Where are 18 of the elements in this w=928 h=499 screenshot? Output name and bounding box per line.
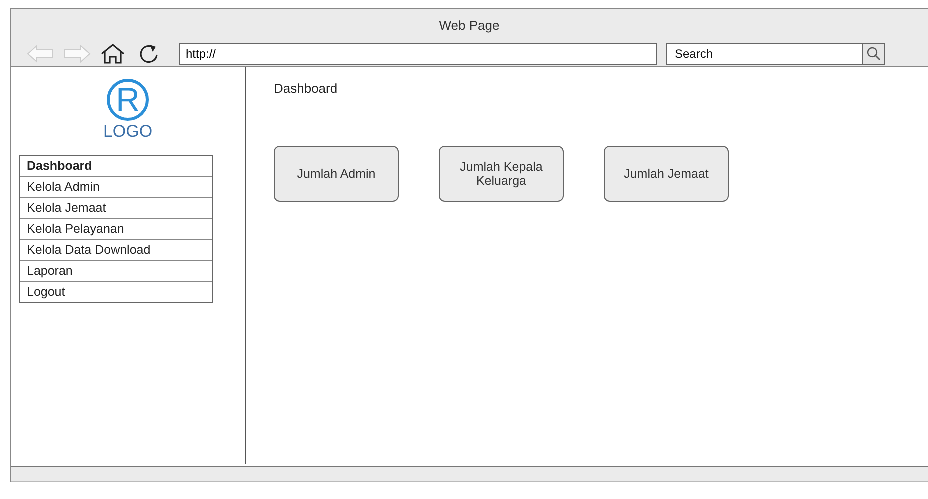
stat-card: Jumlah Admin — [274, 146, 399, 202]
menu-item[interactable]: Logout — [20, 281, 212, 302]
reload-icon — [138, 43, 160, 65]
menu-item[interactable]: Kelola Pelayanan — [20, 218, 212, 239]
search-button[interactable] — [862, 43, 885, 65]
right-arrow-icon — [63, 45, 91, 63]
search-icon — [866, 47, 880, 61]
logo-mark: R — [107, 79, 149, 121]
logo-text: LOGO — [103, 122, 153, 142]
stat-card: Jumlah Jemaat — [604, 146, 729, 202]
left-arrow-icon — [27, 45, 55, 63]
search-field[interactable]: Search — [666, 43, 862, 65]
window-title: Web Page — [438, 17, 501, 34]
menu-item[interactable]: Laporan — [20, 260, 212, 281]
address-field[interactable]: http:// — [179, 43, 657, 65]
home-icon — [100, 43, 126, 65]
stat-card: Jumlah Kepala Keluarga — [439, 146, 564, 202]
page-heading: Dashboard — [274, 81, 339, 96]
